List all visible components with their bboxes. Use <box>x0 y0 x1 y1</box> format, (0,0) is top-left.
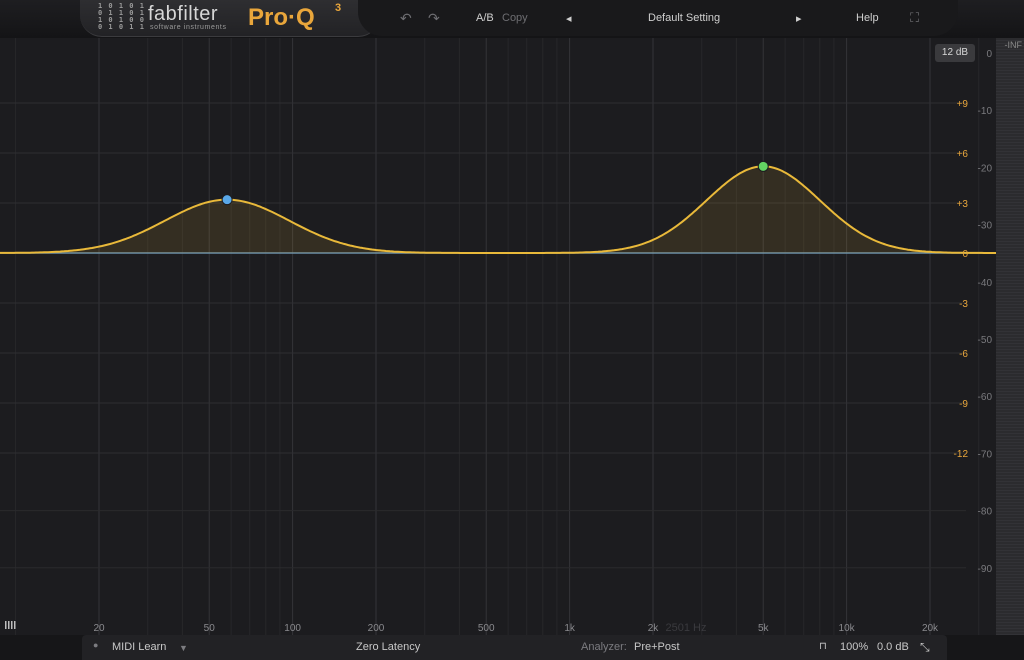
hover-frequency-label: 2501 Hz <box>666 622 707 634</box>
next-preset-icon[interactable]: ▸ <box>796 12 802 25</box>
analyzer-label: -10 <box>978 106 993 117</box>
analyzer-label: -70 <box>978 449 993 460</box>
undo-icon[interactable]: ↶ <box>400 10 412 27</box>
latency-mode[interactable]: Zero Latency <box>356 641 420 653</box>
preset-name[interactable]: Default Setting <box>648 12 720 24</box>
gain-label: +3 <box>957 199 969 210</box>
product-version: 3 <box>335 2 342 14</box>
frequency-label: 200 <box>368 623 385 634</box>
analyzer-mode[interactable]: Pre+Post <box>634 641 680 653</box>
frequency-label: 50 <box>204 623 216 634</box>
copy-button[interactable]: Copy <box>502 12 528 24</box>
gain-label: -3 <box>959 299 968 310</box>
midi-learn-button[interactable]: MIDI Learn <box>112 641 166 653</box>
analyzer-label: -30 <box>978 221 993 232</box>
meter-inf-label: -INF <box>1004 40 1023 50</box>
bottom-panel <box>82 635 947 660</box>
analyzer-label: -20 <box>978 163 993 174</box>
band-node-1[interactable] <box>221 194 233 206</box>
analyzer-label: Analyzer: <box>581 641 627 653</box>
analyzer-label: -50 <box>978 335 993 346</box>
brand-name: fabfilter <box>148 3 219 25</box>
frequency-label: 20 <box>93 623 105 634</box>
fullscreen-icon[interactable]: ⛶ <box>910 10 919 26</box>
gain-label: -12 <box>954 449 969 460</box>
resize-icon[interactable]: ⤡ <box>920 640 930 655</box>
frequency-label: 20k <box>922 623 939 634</box>
redo-icon[interactable]: ↷ <box>428 10 440 27</box>
zoom-value[interactable]: 100% <box>840 641 868 653</box>
output-level-meter: -INF <box>996 38 1024 635</box>
frequency-label: 5k <box>758 623 770 634</box>
mid-side-icon[interactable]: ⊓ <box>819 641 827 652</box>
analyzer-label: 0 <box>986 49 992 60</box>
analyzer-label: -90 <box>978 564 993 575</box>
ab-button[interactable]: A/B <box>476 12 494 24</box>
gain-label: -9 <box>959 399 968 410</box>
midi-dropdown-icon[interactable]: ▼ <box>179 643 188 653</box>
logo-bits-icon: 1 0 1 0 10 1 1 0 1 1 0 1 0 00 1 0 1 1 <box>98 2 145 31</box>
eq-graph[interactable]: +9 +6 +3 0 -3 -6 -9 -12 0 -10 -20 -30 -40 -50 -60 -70 -… <box>0 38 996 635</box>
frequency-label: 100 <box>284 623 301 634</box>
analyzer-label: -80 <box>978 507 993 518</box>
frequency-label: 1k <box>564 623 576 634</box>
band-node-2[interactable] <box>757 160 769 172</box>
display-range-badge[interactable]: 12 dB <box>935 44 975 62</box>
midi-dot-icon: ● <box>93 640 99 650</box>
output-gain-value[interactable]: 0.0 dB <box>877 641 909 653</box>
gain-label: -6 <box>959 349 968 360</box>
gain-label: +6 <box>957 149 969 160</box>
gain-label: 0 <box>962 249 968 260</box>
logo[interactable]: 1 0 1 0 10 1 1 0 1 1 0 1 0 00 1 0 1 1 fa… <box>80 0 380 37</box>
prev-preset-icon[interactable]: ◂ <box>566 12 572 25</box>
frequency-label: 10k <box>839 623 856 634</box>
frequency-label: 2k <box>648 623 660 634</box>
frequency-label: 500 <box>478 623 495 634</box>
brand-subtitle: software instruments <box>150 24 227 31</box>
analyzer-label: -60 <box>978 392 993 403</box>
product-name: Pro·Q <box>248 4 315 31</box>
piano-keys-icon[interactable] <box>4 620 16 630</box>
gain-label: +9 <box>957 99 969 110</box>
help-button[interactable]: Help <box>856 12 879 24</box>
analyzer-label: -40 <box>978 278 993 289</box>
